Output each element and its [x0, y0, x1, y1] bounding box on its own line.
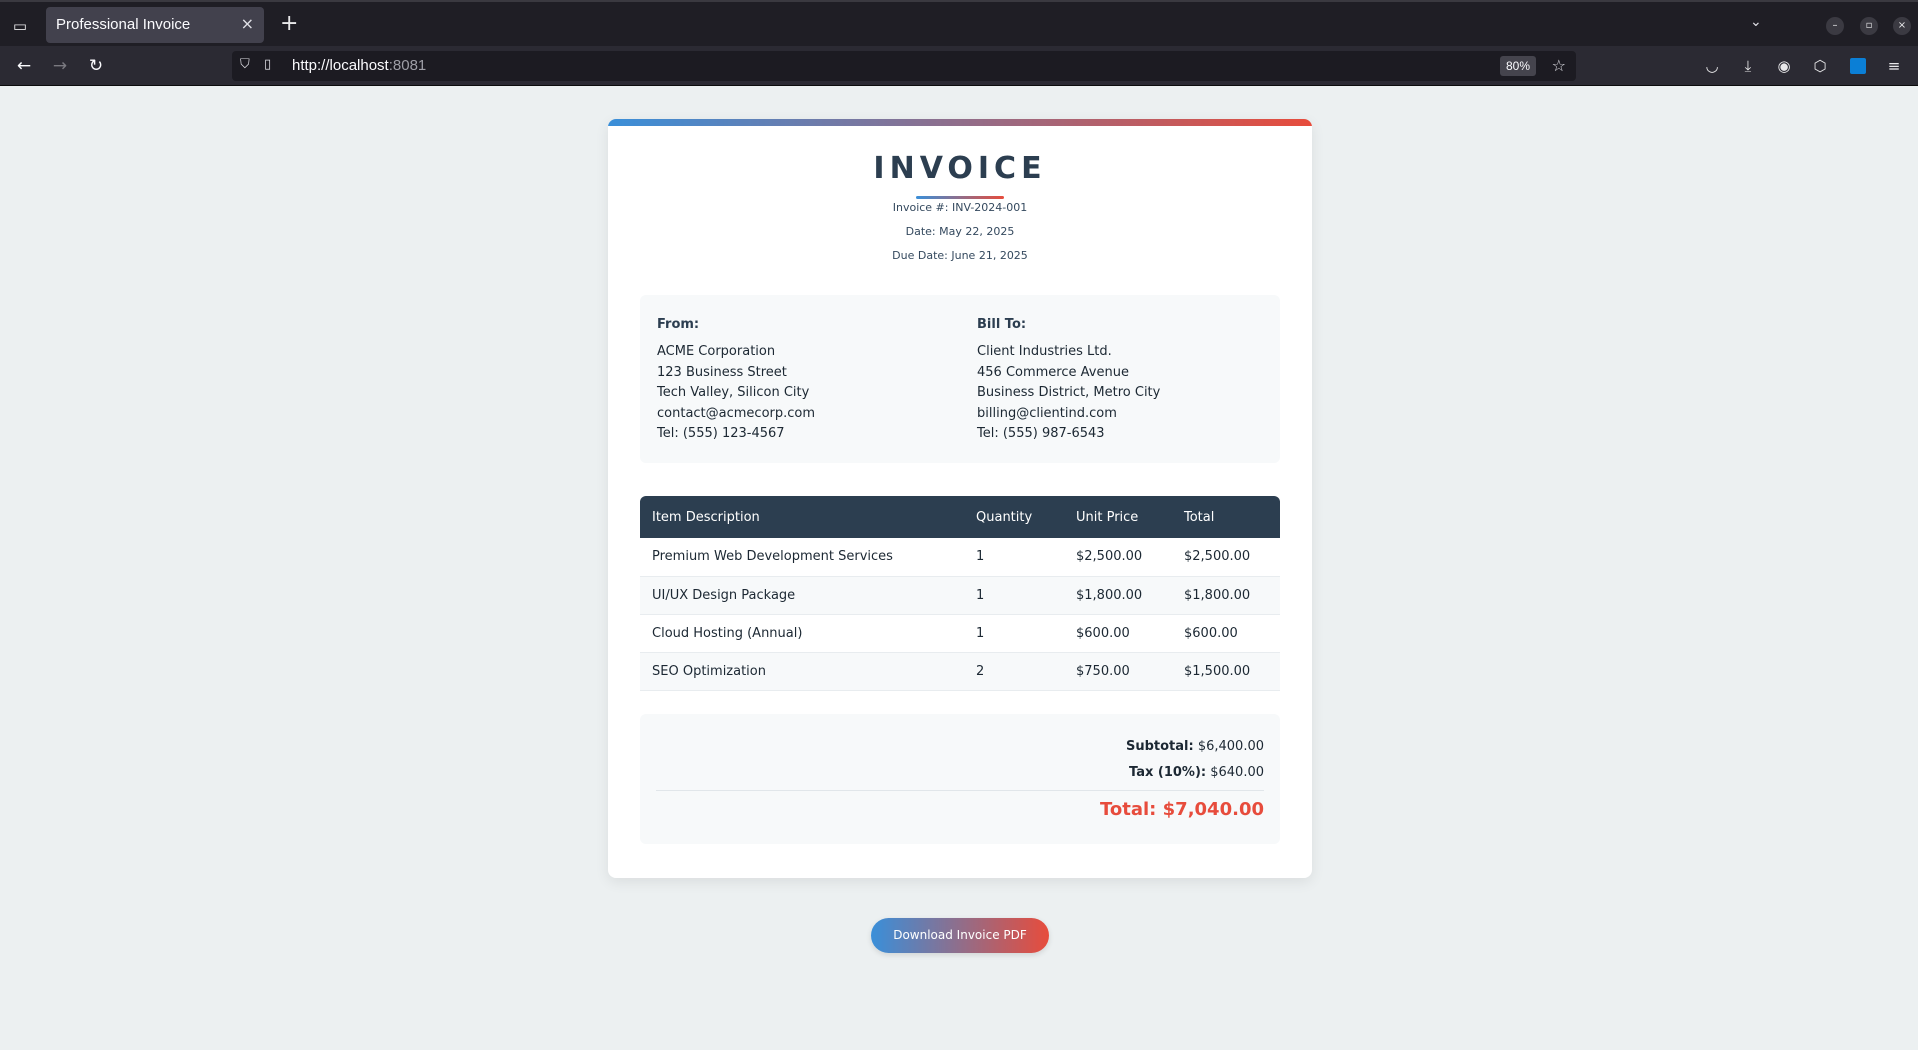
items-table: Item Description Quantity Unit Price Tot… — [640, 496, 1280, 691]
item-description: UI/UX Design Package — [640, 576, 964, 615]
tab-title: Professional Invoice — [56, 16, 191, 33]
item-quantity: 1 — [964, 614, 1064, 653]
item-description: Cloud Hosting (Annual) — [640, 614, 964, 653]
bill-to-line: billing@clientind.com — [977, 405, 1117, 421]
table-row: Cloud Hosting (Annual) 1 $600.00 $600.00 — [640, 614, 1280, 653]
account-icon[interactable]: ◉ — [1774, 57, 1794, 75]
url-text[interactable]: http://localhost:8081 — [292, 57, 426, 74]
from-line: 123 Business Street — [657, 364, 787, 380]
menu-icon[interactable]: ≡ — [1884, 57, 1904, 75]
header-quantity: Quantity — [976, 509, 1033, 525]
zoom-level-badge[interactable]: 80% — [1499, 56, 1536, 76]
close-window-icon[interactable]: × — [1893, 17, 1911, 35]
bill-to-line: Tel: (555) 987-6543 — [977, 426, 1105, 441]
subtotal-line: Subtotal: $6,400.00 — [1126, 739, 1264, 754]
item-quantity: 1 — [964, 538, 1064, 577]
table-row: UI/UX Design Package 1 $1,800.00 $1,800.… — [640, 576, 1280, 615]
browser-tab[interactable]: Professional Invoice × — [46, 7, 264, 43]
url-host: http://localhost — [292, 57, 389, 74]
bill-to-line: 456 Commerce Avenue — [977, 364, 1129, 380]
tab-overflow-icon[interactable]: ⌄ — [1750, 14, 1762, 30]
item-quantity: 2 — [964, 652, 1064, 691]
shield-icon[interactable]: ⛉ — [240, 57, 250, 72]
subtotal-value: $6,400.00 — [1197, 739, 1264, 754]
table-header-row: Item Description Quantity Unit Price Tot… — [640, 496, 1280, 538]
from-line: contact@acmecorp.com — [657, 405, 816, 421]
item-description: Premium Web Development Services — [640, 538, 964, 577]
extensions-icon[interactable]: ⬡ — [1810, 57, 1830, 75]
invoice-number: Invoice #: INV-2024-001 — [892, 201, 1028, 214]
from-heading: From: — [657, 317, 700, 332]
reload-icon[interactable]: ↻ — [84, 54, 108, 78]
download-icon[interactable]: ⤓ — [1738, 57, 1758, 75]
item-unit-price: $1,800.00 — [1064, 576, 1172, 615]
tax-value: $640.00 — [1210, 765, 1264, 780]
item-unit-price: $750.00 — [1064, 652, 1172, 691]
item-total: $600.00 — [1172, 614, 1280, 653]
tax-label: Tax (10%): — [1129, 765, 1207, 780]
item-unit-price: $2,500.00 — [1064, 538, 1172, 577]
invoice-card: INVOICE Invoice #: INV-2024-001 Date: Ma… — [608, 119, 1312, 878]
title-underline — [916, 196, 1004, 199]
page-info-icon[interactable]: ▯ — [264, 57, 271, 72]
item-total: $1,800.00 — [1172, 576, 1280, 615]
invoice-date: Date: May 22, 2025 — [905, 225, 1015, 238]
minimize-icon[interactable]: – — [1826, 17, 1844, 35]
bookmark-star-icon[interactable]: ☆ — [1552, 56, 1566, 75]
bill-to-block: Bill To: Client Industries Ltd. 456 Comm… — [977, 317, 1277, 445]
invoice-due-date: Due Date: June 21, 2025 — [892, 249, 1028, 262]
forward-icon[interactable]: → — [48, 54, 72, 78]
restore-icon[interactable]: ▫ — [1860, 17, 1878, 35]
parties-section: From: ACME Corporation 123 Business Stre… — [640, 295, 1280, 463]
browser-nav-bar: ← → ↻ ⛉ ▯ http://localhost:8081 80% ☆ ◡ … — [0, 46, 1918, 86]
url-port: :8081 — [388, 57, 427, 74]
grand-total: Total: $7,040.00 — [1100, 799, 1264, 820]
totals-divider — [656, 790, 1264, 791]
header-total: Total — [1184, 509, 1215, 525]
tab-close-icon[interactable]: × — [241, 14, 254, 33]
bill-to-line: Client Industries Ltd. — [977, 344, 1112, 359]
back-icon[interactable]: ← — [12, 54, 36, 78]
header-unit-price: Unit Price — [1076, 509, 1139, 525]
subtotal-label: Subtotal: — [1125, 739, 1194, 754]
from-block: From: ACME Corporation 123 Business Stre… — [657, 317, 957, 445]
item-description: SEO Optimization — [640, 652, 964, 691]
from-line: ACME Corporation — [657, 344, 776, 359]
new-tab-icon[interactable]: + — [280, 12, 298, 36]
invoice-title: INVOICE — [873, 151, 1047, 186]
tab-list-icon[interactable]: ▭ — [8, 14, 32, 38]
address-bar[interactable]: ⛉ ▯ http://localhost:8081 80% ☆ — [232, 51, 1576, 81]
table-row: SEO Optimization 2 $750.00 $1,500.00 — [640, 652, 1280, 691]
pocket-icon[interactable]: ◡ — [1702, 57, 1722, 75]
bill-to-heading: Bill To: — [977, 317, 1027, 332]
totals-section: Subtotal: $6,400.00 Tax (10%): $640.00 T… — [640, 714, 1280, 844]
header-item-description: Item Description — [652, 509, 760, 525]
tax-line: Tax (10%): $640.00 — [1129, 765, 1264, 780]
extension-app-icon[interactable] — [1850, 58, 1866, 74]
accent-bar — [608, 119, 1312, 126]
download-invoice-pdf-button[interactable]: Download Invoice PDF — [871, 918, 1049, 953]
from-line: Tech Valley, Silicon City — [657, 385, 810, 400]
item-total: $1,500.00 — [1172, 652, 1280, 691]
browser-tab-bar: ▭ Professional Invoice × + ⌄ – ▫ × — [0, 0, 1918, 46]
item-total: $2,500.00 — [1172, 538, 1280, 577]
bill-to-line: Business District, Metro City — [977, 385, 1161, 400]
item-unit-price: $600.00 — [1064, 614, 1172, 653]
table-row: Premium Web Development Services 1 $2,50… — [640, 538, 1280, 577]
from-line: Tel: (555) 123-4567 — [657, 426, 785, 441]
item-quantity: 1 — [964, 576, 1064, 615]
